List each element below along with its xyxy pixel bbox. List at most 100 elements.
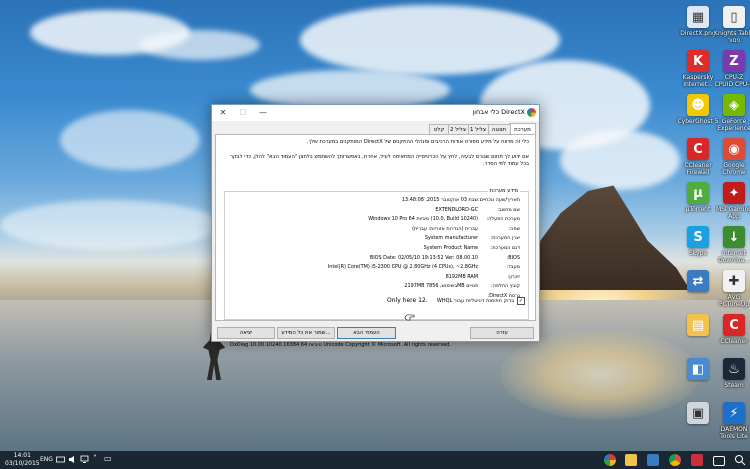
system-info-value: Windows 10 Pro 64 סיביות (10.0, Build 10… bbox=[368, 216, 478, 223]
system-info-value: System Product Name bbox=[423, 245, 478, 251]
desktop-shortcut-label: MSI Gaming App bbox=[715, 206, 750, 220]
minimize-button[interactable]: — bbox=[256, 107, 270, 119]
clock-time: 14:01 bbox=[13, 452, 31, 459]
geforce-icon: ◈ bbox=[723, 94, 745, 116]
directx-dialog: ✕ ☐ — כלי אבחון DirectX מערכת תצוגה צליל… bbox=[211, 104, 540, 348]
desktop-shortcut-label: Skype bbox=[688, 250, 708, 257]
system-info-row: שפה: עברית (הגדרות אזוריות: עברית) bbox=[230, 225, 520, 233]
taskbar-clock[interactable]: 14:01 03/10/2015 bbox=[5, 452, 40, 468]
folder-icon: ▤ bbox=[687, 314, 709, 336]
desktop-shortcut-label: µTorrent bbox=[685, 206, 711, 213]
desktop-shortcut-label: Kaspersky Internet... bbox=[682, 74, 714, 88]
system-info-value: BIOS Date: 02/05/10 19:13:52 Ver: 08.00.… bbox=[369, 254, 478, 261]
avg-icon: ✚ bbox=[723, 270, 745, 292]
show-hidden-icons-icon[interactable]: ˄ bbox=[93, 454, 97, 463]
steam-icon: ♨ bbox=[723, 358, 745, 380]
system-info-label: מידע מערכת bbox=[487, 188, 520, 194]
system-info-key: מערכת הפעלה: bbox=[486, 216, 520, 223]
hand-cursor-icon bbox=[404, 314, 415, 321]
system-info-value: System manufacturer bbox=[424, 235, 478, 242]
desktop-shortcut[interactable]: ↓ Internet Downloa... bbox=[712, 226, 750, 264]
annotation-text: Only here 12. bbox=[387, 297, 428, 304]
intro-text-1: כלי זה מדווח על מידע מפורט אודות הרכיבים… bbox=[306, 139, 529, 145]
utorrent-icon: µ bbox=[687, 182, 709, 204]
system-info-row: מערכת הפעלה: Windows 10 Pro 64 סיביות (10… bbox=[230, 215, 520, 223]
maximize-button[interactable]: ☐ bbox=[236, 107, 250, 119]
system-info-value: 8192MB RAM bbox=[445, 273, 478, 280]
dialog-titlebar[interactable]: ✕ ☐ — כלי אבחון DirectX bbox=[212, 105, 539, 121]
whql-label: בדוק חתימות דיגיטליות עבור WHQL bbox=[436, 298, 514, 304]
desktop-shortcut[interactable]: ◈ GeForce Experience bbox=[712, 94, 750, 132]
dialog-title: כלי אבחון DirectX bbox=[472, 108, 525, 116]
system-info-value: עברית (הגדרות אזוריות: עברית) bbox=[412, 225, 478, 232]
cyberghost-icon: ☻ bbox=[687, 94, 709, 116]
desktop-shortcut[interactable]: ⚡ DAEMON Tools Lite bbox=[712, 402, 750, 440]
desktop-shortcut[interactable]: ✦ MSI Gaming App bbox=[712, 182, 750, 220]
exit-button[interactable]: יציאה bbox=[217, 327, 275, 339]
next-page-button[interactable]: העמוד הבא bbox=[337, 327, 396, 339]
taskbar-store-icon[interactable] bbox=[647, 454, 659, 466]
desktop-shortcut[interactable]: ♨ Steam bbox=[712, 358, 750, 389]
desktop-shortcut[interactable]: ✚ AVG PCTuneUp bbox=[712, 270, 750, 308]
clock-date: 03/10/2015 bbox=[5, 460, 40, 467]
whql-checkbox[interactable]: ✓ bbox=[517, 297, 525, 305]
version-copyright: DxDiag 10.00.10240.16384 64 סיביות Unico… bbox=[230, 342, 452, 348]
cliff-rock bbox=[533, 185, 690, 290]
ccleaner-icon: C bbox=[687, 138, 709, 160]
whql-check-row[interactable]: ✓ בדוק חתימות דיגיטליות עבור WHQL bbox=[437, 297, 525, 305]
volume-icon[interactable] bbox=[68, 455, 77, 464]
taskbar-chrome-icon[interactable] bbox=[669, 454, 681, 466]
taskbar-directx-icon[interactable] bbox=[604, 454, 616, 466]
close-button[interactable]: ✕ bbox=[216, 107, 230, 119]
desktop-shortcut-label: DAEMON Tools Lite bbox=[720, 426, 748, 440]
desktop-shortcut-label: GeForce Experience bbox=[717, 118, 750, 132]
system-info-row: יצרן המערכת: System manufacturer bbox=[230, 234, 520, 242]
image-file-icon: ▦ bbox=[687, 6, 709, 28]
tab-strip: מערכת תצוגה צליל 1 צליל 2 קלט bbox=[215, 123, 536, 135]
desktop-shortcut[interactable]: Z CPU-Z CPUID CPU-Z bbox=[712, 50, 750, 88]
msi-icon: ✦ bbox=[723, 182, 745, 204]
app-icon-2: ▣ bbox=[687, 402, 709, 424]
system-info-key: יצרן המערכת: bbox=[490, 235, 520, 242]
directx-icon bbox=[527, 108, 536, 117]
taskbar: 14:01 03/10/2015 ENG ˄ ▭ bbox=[0, 451, 750, 469]
cortana-search-icon[interactable] bbox=[734, 454, 746, 466]
idm-icon: ↓ bbox=[723, 226, 745, 248]
document-icon: ▯ bbox=[723, 6, 745, 28]
system-info-key: שם מחשב: bbox=[497, 206, 520, 213]
system-info-key: מעבד: bbox=[506, 264, 520, 271]
save-all-info-button[interactable]: שמור את כל המידע... bbox=[277, 327, 335, 339]
desktop-shortcut[interactable]: ◉ Google Chrome bbox=[712, 138, 750, 176]
desktop-shortcut-label: Knights Table פסור bbox=[714, 30, 750, 44]
taskbar-app-icon[interactable] bbox=[691, 454, 703, 466]
desktop-shortcut[interactable]: C CCleaner bbox=[712, 314, 750, 345]
chrome-icon: ◉ bbox=[723, 138, 745, 160]
desktop-shortcut-label: CPU-Z CPUID CPU-Z bbox=[714, 74, 750, 88]
keyboard-icon[interactable] bbox=[56, 455, 65, 464]
desktop-shortcut-label: Steam bbox=[724, 382, 744, 389]
notification-icon[interactable]: ▭ bbox=[104, 454, 112, 463]
daemon-icon: ⚡ bbox=[723, 402, 745, 424]
network-tray-icon[interactable] bbox=[80, 455, 89, 464]
task-view-icon[interactable] bbox=[713, 456, 725, 466]
desktop-shortcut-label: AVG PCTuneUp bbox=[718, 294, 750, 308]
system-info-row: דגם המערכת: System Product Name bbox=[230, 244, 520, 252]
system-info-key: תאריך/שעה נוכחיים: bbox=[477, 197, 520, 203]
help-button[interactable]: עזרה bbox=[470, 327, 534, 339]
system-info-row: קובץ החלפה: 2197MB בשימוש, 7856MB פנויים bbox=[230, 282, 520, 290]
system-info-value: Intel(R) Core(TM) i5-2300 CPU @ 2.80GHz … bbox=[327, 264, 478, 271]
kaspersky-icon: K bbox=[687, 50, 709, 72]
intro-text-2: אם ידוע לך תחום שגורם לבעיה, לחץ על הכרט… bbox=[230, 154, 529, 167]
system-info-key: דגם המערכת: bbox=[490, 245, 520, 251]
desktop-shortcut-label: DirectX.png bbox=[680, 30, 716, 37]
desktop-shortcut[interactable]: ▯ Knights Table פסור bbox=[712, 6, 750, 44]
cpuz-icon: Z bbox=[723, 50, 745, 72]
system-info-value: EXTENDLORD-GC bbox=[435, 206, 478, 213]
taskbar-file-explorer-icon[interactable] bbox=[625, 454, 637, 466]
desktop-shortcut-label: CCleaner Firewall bbox=[684, 162, 712, 176]
language-indicator[interactable]: ENG bbox=[40, 456, 53, 463]
system-info-key: BIOS: bbox=[506, 254, 520, 261]
system-info-row: שם מחשב: EXTENDLORD-GC bbox=[230, 206, 520, 214]
system-info-key: זיכרון: bbox=[507, 273, 520, 280]
system-info-value: 2197MB בשימוש, 7856MB פנויים bbox=[404, 283, 478, 290]
